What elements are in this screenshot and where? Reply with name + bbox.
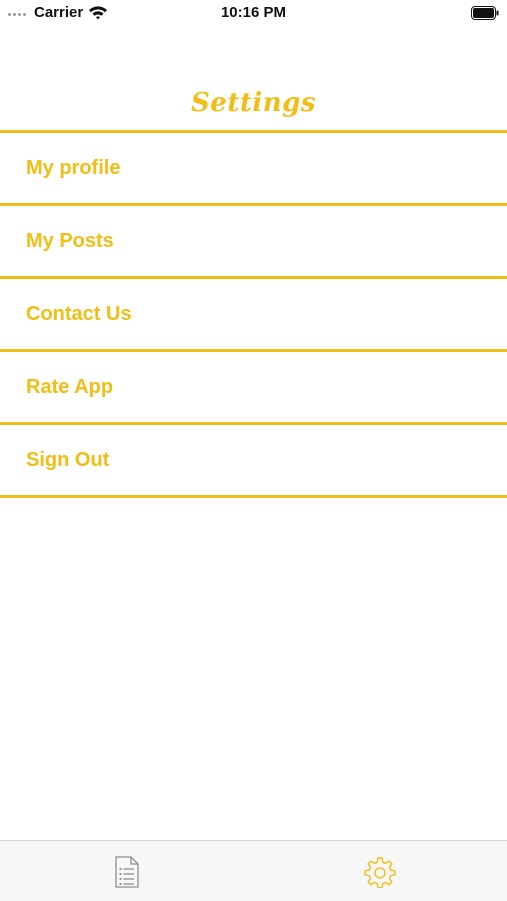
menu-item-contact-us[interactable]: Contact Us bbox=[0, 279, 507, 349]
tab-bar bbox=[0, 840, 507, 901]
status-time: 10:16 PM bbox=[220, 4, 287, 21]
menu-item-my-profile[interactable]: My profile bbox=[0, 133, 507, 203]
settings-menu: My profile My Posts Contact Us Rate App … bbox=[0, 130, 507, 498]
menu-item-my-posts[interactable]: My Posts bbox=[0, 206, 507, 276]
battery-icon bbox=[471, 6, 499, 25]
list-document-icon bbox=[115, 856, 139, 888]
menu-item-rate-app[interactable]: Rate App bbox=[0, 352, 507, 422]
menu-divider bbox=[0, 495, 507, 498]
gear-icon bbox=[364, 857, 396, 888]
tab-posts[interactable] bbox=[111, 855, 143, 889]
menu-item-sign-out[interactable]: Sign Out bbox=[0, 425, 507, 495]
status-bar: Carrier 10:16 PM bbox=[0, 0, 507, 28]
page-title: Settings bbox=[191, 88, 316, 118]
tab-settings[interactable] bbox=[364, 855, 396, 889]
